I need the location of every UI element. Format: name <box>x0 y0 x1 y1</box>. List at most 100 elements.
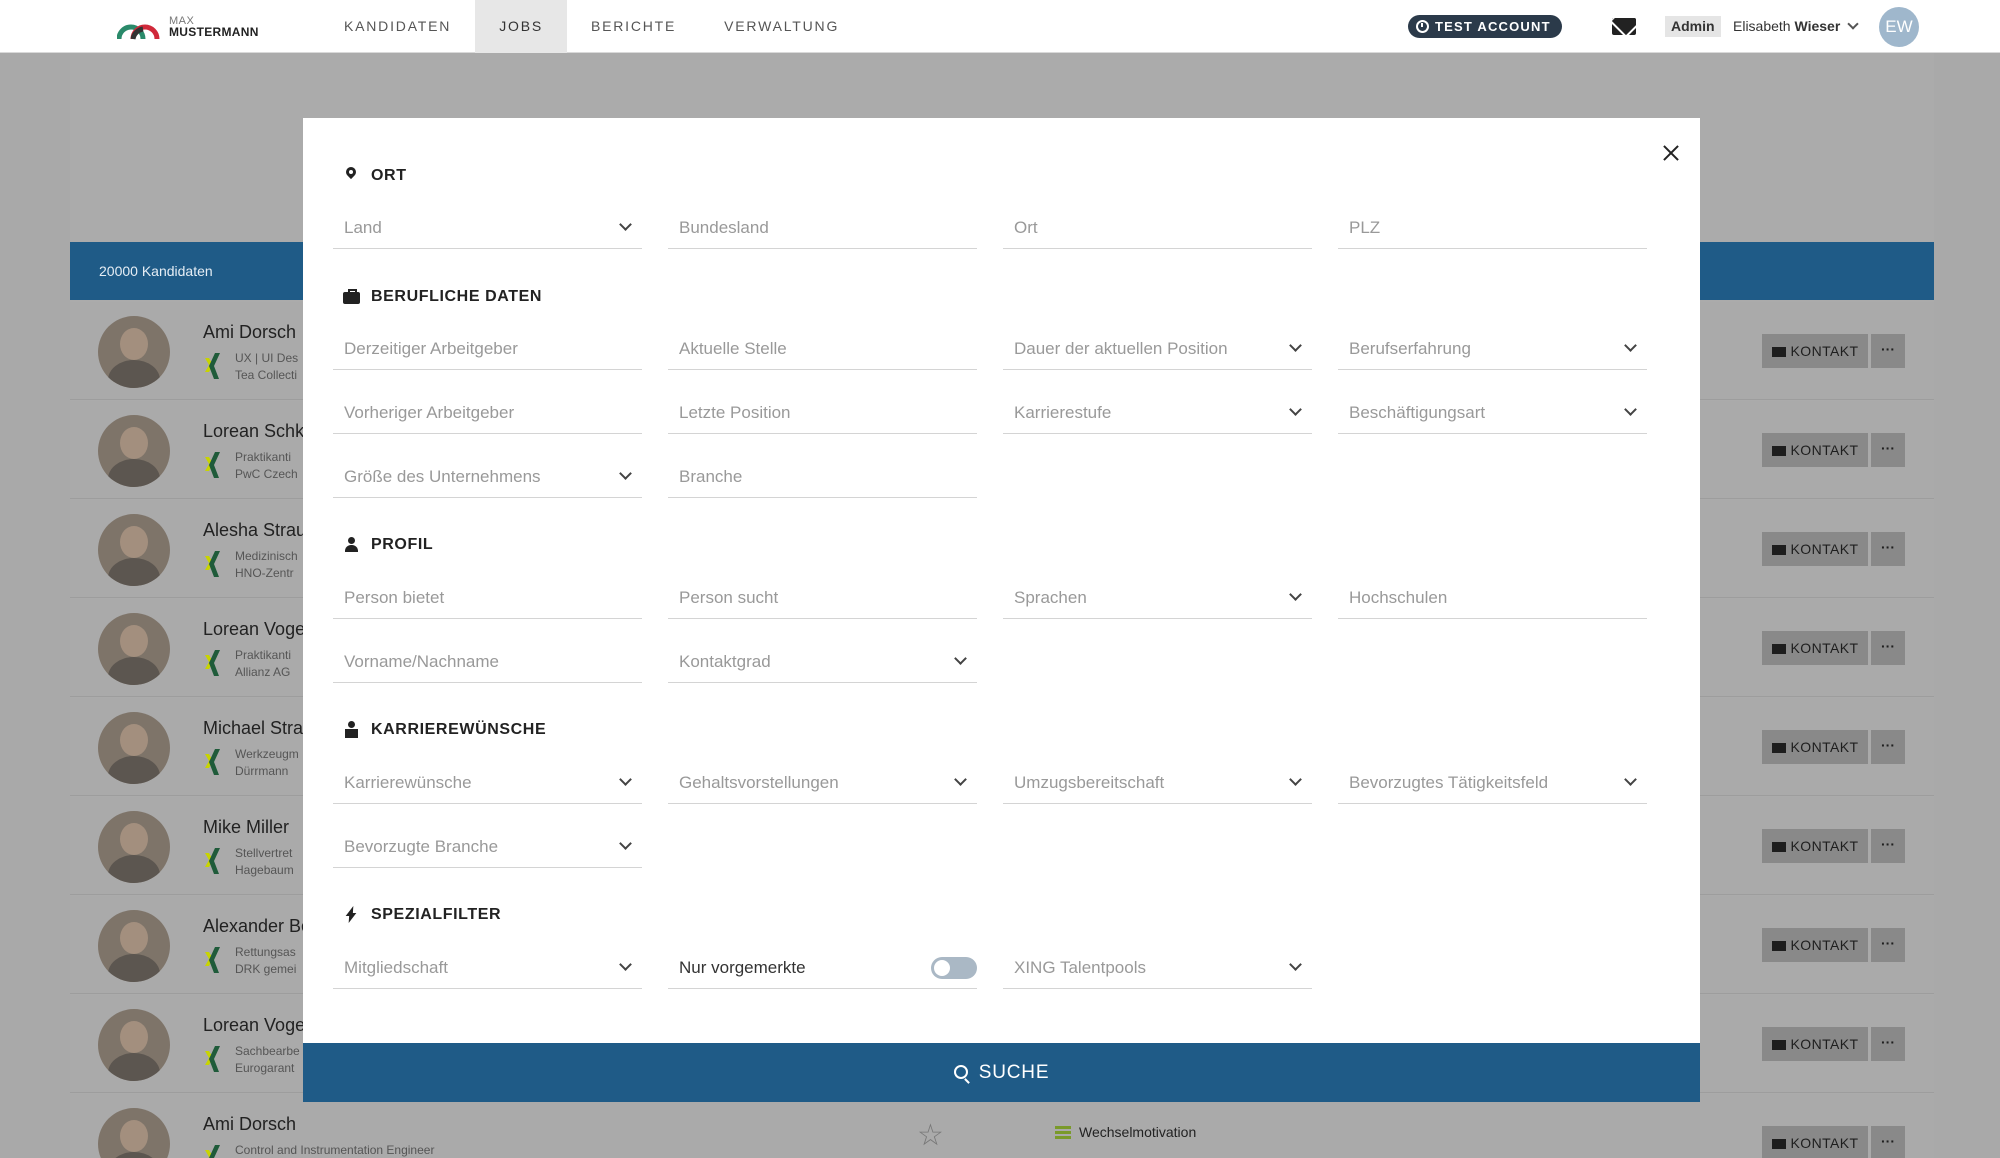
nav-item-jobs[interactable]: JOBS <box>475 0 567 53</box>
more-options-button[interactable]: ··· <box>1871 631 1905 665</box>
sprachen-select[interactable]: Sprachen <box>1003 575 1312 619</box>
section-ort-label: ORT <box>371 167 407 184</box>
candidate-name[interactable]: Ami Dorsch <box>203 322 296 343</box>
kontakt-button[interactable]: KONTAKT <box>1762 829 1868 863</box>
user-menu[interactable]: Elisabeth Wieser <box>1733 16 1840 37</box>
kontakt-button[interactable]: KONTAKT <box>1762 334 1868 368</box>
candidate-company: DRK gemei <box>235 962 297 976</box>
person-sucht-input[interactable]: Person sucht <box>668 575 977 619</box>
branche-input[interactable]: Branche <box>668 454 977 498</box>
section-beruf-label: BERUFLICHE DATEN <box>371 288 543 305</box>
close-icon[interactable] <box>1656 138 1686 168</box>
xing-talentpools-select[interactable]: XING Talentpools <box>1003 945 1312 989</box>
clock-icon <box>1416 20 1429 33</box>
derzeitiger-arbeitgeber-input[interactable]: Derzeitiger Arbeitgeber <box>333 326 642 370</box>
nav-item-berichte[interactable]: BERICHTE <box>567 0 700 53</box>
table-row[interactable]: Ami Dorsch Control and Instrumentation En… <box>70 1094 1934 1158</box>
candidate-position: Medizinisch <box>235 549 298 563</box>
karrierestufe-placeholder: Karrierestufe <box>1014 403 1112 422</box>
hochschulen-input[interactable]: Hochschulen <box>1338 575 1647 619</box>
more-options-button[interactable]: ··· <box>1871 433 1905 467</box>
kontakt-button[interactable]: KONTAKT <box>1762 1126 1868 1158</box>
kontaktgrad-select[interactable]: Kontaktgrad <box>668 639 977 683</box>
vorheriger-arbeitgeber-placeholder: Vorheriger Arbeitgeber <box>344 403 515 422</box>
karrierewuensche-select[interactable]: Karrierewünsche <box>333 760 642 804</box>
beschaeftigungsart-select[interactable]: Beschäftigungsart <box>1338 390 1647 434</box>
mitgliedschaft-select[interactable]: Mitgliedschaft <box>333 945 642 989</box>
bolt-icon <box>343 906 361 924</box>
letzte-position-placeholder: Letzte Position <box>679 403 791 422</box>
letzte-position-input[interactable]: Letzte Position <box>668 390 977 434</box>
land-select[interactable]: Land <box>333 205 642 249</box>
kontakt-button[interactable]: KONTAKT <box>1762 928 1868 962</box>
kontakt-button[interactable]: KONTAKT <box>1762 631 1868 665</box>
role-badge: Admin <box>1665 16 1721 37</box>
nav-item-verwaltung[interactable]: VERWALTUNG <box>700 0 863 53</box>
candidate-photo <box>98 811 170 883</box>
xing-icon <box>203 848 223 874</box>
more-options-button[interactable]: ··· <box>1871 730 1905 764</box>
karrierestufe-select[interactable]: Karrierestufe <box>1003 390 1312 434</box>
chevron-down-icon <box>954 652 967 665</box>
umzug-select[interactable]: Umzugsbereitschaft <box>1003 760 1312 804</box>
section-spezial-label: SPEZIALFILTER <box>371 906 502 923</box>
bevorzugte-branche-select[interactable]: Bevorzugte Branche <box>333 824 642 868</box>
nur-vorgemerkte-toggle[interactable] <box>931 957 977 979</box>
more-options-button[interactable]: ··· <box>1871 928 1905 962</box>
vorheriger-arbeitgeber-input[interactable]: Vorheriger Arbeitgeber <box>333 390 642 434</box>
top-navigation-bar: MAX MUSTERMANN KANDIDATEN JOBS BERICHTE … <box>0 0 2000 53</box>
more-options-button[interactable]: ··· <box>1871 334 1905 368</box>
chevron-down-icon <box>619 218 632 231</box>
candidate-name[interactable]: Lorean Schk <box>203 421 304 442</box>
search-button[interactable]: SUCHE <box>303 1043 1700 1102</box>
candidate-name[interactable]: Alexander Be <box>203 916 311 937</box>
kontakt-label: KONTAKT <box>1790 1036 1859 1052</box>
user-tie-icon <box>343 721 361 739</box>
dauer-position-select[interactable]: Dauer der aktuellen Position <box>1003 326 1312 370</box>
bundesland-input[interactable]: Bundesland <box>668 205 977 249</box>
candidate-name[interactable]: Mike Miller <box>203 817 289 838</box>
brand-logo[interactable]: MAX MUSTERMANN <box>117 13 259 41</box>
star-icon[interactable]: ☆ <box>917 1118 944 1153</box>
section-title-ort: ORT <box>343 166 407 186</box>
motivation-label: Wechselmotivation <box>1079 1124 1197 1140</box>
mail-icon[interactable] <box>1612 18 1636 35</box>
candidate-photo <box>98 514 170 586</box>
envelope-icon <box>1771 1139 1786 1149</box>
kontakt-button[interactable]: KONTAKT <box>1762 532 1868 566</box>
candidate-name[interactable]: Lorean Voge <box>203 619 305 640</box>
test-account-badge[interactable]: TEST ACCOUNT <box>1408 15 1562 38</box>
more-options-button[interactable]: ··· <box>1871 1126 1905 1158</box>
candidate-photo <box>98 1108 170 1158</box>
kontakt-button[interactable]: KONTAKT <box>1762 1027 1868 1061</box>
more-options-button[interactable]: ··· <box>1871 532 1905 566</box>
candidate-photo <box>98 712 170 784</box>
kontakt-button[interactable]: KONTAKT <box>1762 433 1868 467</box>
avatar[interactable]: EW <box>1879 7 1919 47</box>
berufserfahrung-select[interactable]: Berufserfahrung <box>1338 326 1647 370</box>
gehalt-select[interactable]: Gehaltsvorstellungen <box>668 760 977 804</box>
candidate-company: Eurogarant <box>235 1061 295 1075</box>
nav-item-kandidaten[interactable]: KANDIDATEN <box>320 0 475 53</box>
more-options-button[interactable]: ··· <box>1871 829 1905 863</box>
groesse-unternehmen-select[interactable]: Größe des Unternehmens <box>333 454 642 498</box>
candidate-position: Praktikanti <box>235 450 292 464</box>
aktuelle-stelle-input[interactable]: Aktuelle Stelle <box>668 326 977 370</box>
chevron-down-icon[interactable] <box>1847 18 1859 30</box>
candidate-photo <box>98 1009 170 1081</box>
candidate-name[interactable]: Ami Dorsch <box>203 1114 296 1135</box>
taetigkeitsfeld-select[interactable]: Bevorzugtes Tätigkeitsfeld <box>1338 760 1647 804</box>
candidate-name[interactable]: Alesha Strau <box>203 520 306 541</box>
test-account-label: TEST ACCOUNT <box>1435 19 1551 34</box>
kontakt-button[interactable]: KONTAKT <box>1762 730 1868 764</box>
name-input[interactable]: Vorname/Nachname <box>333 639 642 683</box>
ort-input[interactable]: Ort <box>1003 205 1312 249</box>
candidate-name[interactable]: Lorean Voge <box>203 1015 305 1036</box>
candidate-name[interactable]: Michael Strau <box>203 718 313 739</box>
person-sucht-placeholder: Person sucht <box>679 588 779 607</box>
more-options-button[interactable]: ··· <box>1871 1027 1905 1061</box>
candidate-position: Rettungsas <box>235 945 296 959</box>
plz-input[interactable]: PLZ <box>1338 205 1647 249</box>
person-bietet-input[interactable]: Person bietet <box>333 575 642 619</box>
chevron-down-icon <box>1289 339 1302 352</box>
